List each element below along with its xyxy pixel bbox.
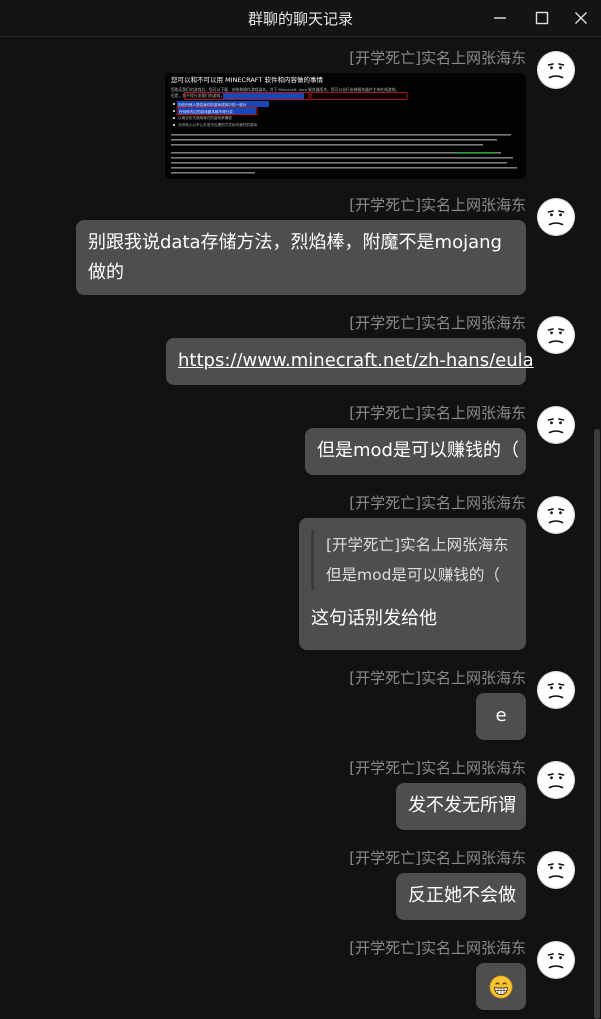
message-bubble[interactable]: 😁 [476,963,526,1010]
eula-line: 您购买我们的游戏后，您可以下载、安装和操作游戏副本。对于 Minecraft: … [171,87,399,92]
annoyed-face-icon [537,51,575,89]
sender-name: [开学死亡]实名上网张海东 [349,49,526,67]
message-bubble[interactable]: [开学死亡]实名上网张海东 但是mod是可以赚钱的（ 这句话别发给他 [299,518,526,650]
annoyed-face-icon [537,671,575,709]
maximize-button[interactable] [533,9,551,27]
sender-name: [开学死亡]实名上网张海东 [349,404,526,422]
eula-line: 允许他人以不公平或不合理的方式访问我们的游戏 [178,122,257,127]
annoyed-face-icon [537,406,575,444]
annoyed-face-icon [537,316,575,354]
eula-line: 以商业形式使用我们的游戏来赚钱 [178,115,232,120]
window-title: 群聊的聊天记录 [247,10,353,28]
quoted-message[interactable]: [开学死亡]实名上网张海东 但是mod是可以赚钱的（ [311,530,514,590]
avatar[interactable] [536,405,576,445]
message-bubble[interactable]: https://www.minecraft.net/zh-hans/eula [166,338,534,385]
avatar[interactable] [536,760,576,800]
eula-line: 向任何他人提供我们的游戏或其中的一部分 [178,102,247,107]
annoyed-face-icon [537,941,575,979]
minimize-button[interactable] [491,9,509,27]
annoyed-face-icon [537,198,575,236]
close-icon [575,12,587,24]
avatar[interactable] [536,850,576,890]
sender-name: [开学死亡]实名上网张海东 [349,196,526,214]
annoyed-face-icon [537,851,575,889]
annoyed-face-icon [537,496,575,534]
eula-line: 任何修改过的游戏副本都不得分发 [179,109,233,114]
scrollbar[interactable] [591,37,601,1019]
minimize-icon [494,17,506,19]
maximize-icon [535,11,549,25]
avatar[interactable] [536,315,576,355]
avatar[interactable] [536,495,576,535]
avatar[interactable] [536,670,576,710]
quote-text: 但是mod是可以赚钱的（ [326,566,500,584]
message-link[interactable]: https://www.minecraft.net/zh-hans/eula [178,350,534,371]
grinning-emoji-icon: 😁 [489,975,513,998]
sender-name: [开学死亡]实名上网张海东 [349,759,526,777]
quote-sender: [开学死亡]实名上网张海东 [326,536,509,554]
eula-screenshot: 您可以和不可以用 MINECRAFT 软件和内容做的事情 您购买我们的游戏后，您… [171,75,517,174]
scrollbar-thumb[interactable] [594,429,600,1019]
reply-text: 这句话别发给他 [311,608,437,629]
message-bubble[interactable]: e [476,693,526,740]
eula-heading: 您可以和不可以用 MINECRAFT 软件和内容做的事情 [171,75,323,84]
title-bar: 群聊的聊天记录 [0,0,601,37]
message-bubble[interactable]: 别跟我说data存储方法，烈焰棒，附魔不是mojang做的 [76,220,526,295]
close-button[interactable] [572,9,590,27]
sender-name: [开学死亡]实名上网张海东 [349,939,526,957]
sender-name: [开学死亡]实名上网张海东 [349,669,526,687]
message-bubble[interactable]: 反正她不会做 [396,873,526,920]
sender-name: [开学死亡]实名上网张海东 [349,494,526,512]
message-bubble[interactable]: 但是mod是可以赚钱的（ [305,428,526,475]
avatar[interactable] [536,197,576,237]
avatar[interactable] [536,940,576,980]
annoyed-face-icon [537,761,575,799]
message-bubble[interactable]: 发不发无所谓 [396,783,526,830]
sender-name: [开学死亡]实名上网张海东 [349,849,526,867]
sender-name: [开学死亡]实名上网张海东 [349,314,526,332]
message-image[interactable]: 您可以和不可以用 MINECRAFT 软件和内容做的事情 您购买我们的游戏后，您… [165,73,526,179]
avatar[interactable] [536,50,576,90]
